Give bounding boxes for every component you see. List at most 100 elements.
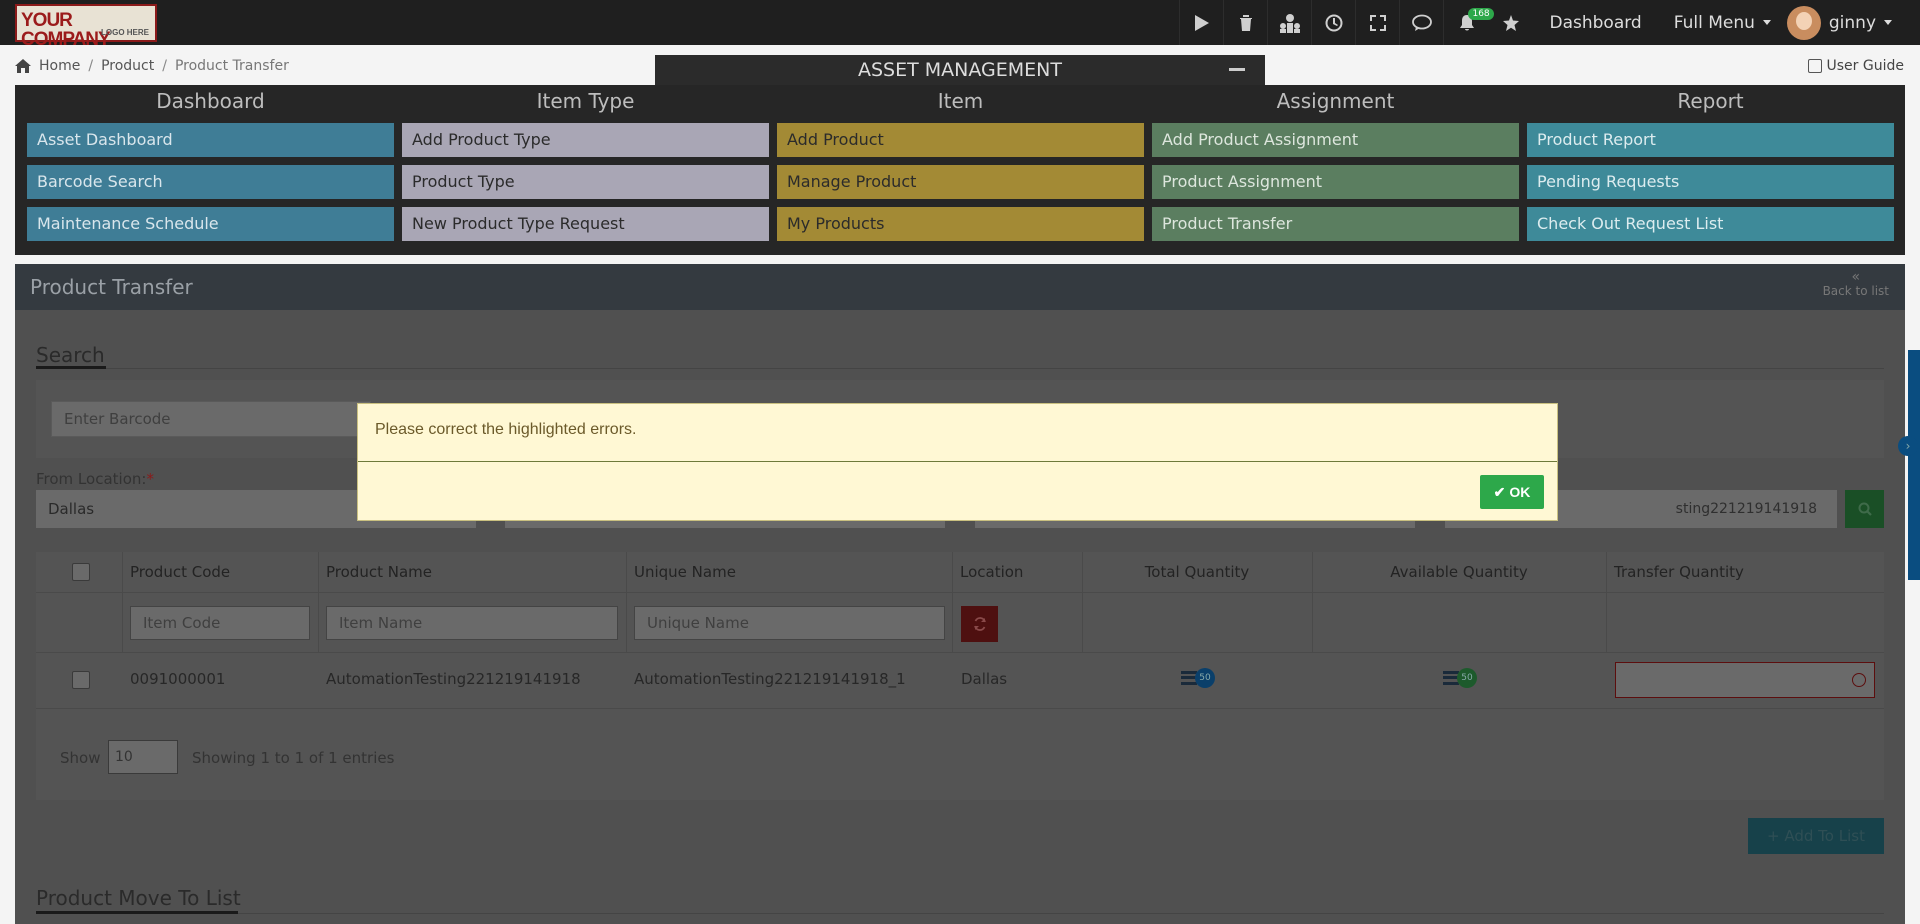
book-icon — [1807, 59, 1822, 73]
ok-button-label: OK — [1509, 484, 1531, 500]
menu-column-head: Assignment — [1276, 89, 1395, 113]
menu-item-product-transfer[interactable]: Product Transfer — [1152, 207, 1519, 241]
menu-item-add-product[interactable]: Add Product — [777, 123, 1144, 157]
search-button[interactable] — [1845, 490, 1884, 528]
trash-icon[interactable] — [1223, 0, 1267, 45]
section-divider — [36, 913, 1884, 914]
dialog-message: Please correct the highlighted errors. — [375, 421, 637, 438]
arrow-right-icon[interactable]: › — [1898, 436, 1918, 456]
company-logo[interactable]: YOUR COMPANY LOGO HERE — [15, 4, 157, 49]
full-menu-dropdown[interactable]: Full Menu — [1658, 0, 1787, 45]
section-underline — [36, 911, 238, 914]
menu-column-dashboard: Dashboard Asset Dashboard Barcode Search… — [27, 85, 394, 241]
add-to-list-button[interactable]: + Add To List — [1748, 818, 1884, 854]
users-sitemap-icon[interactable] — [1267, 0, 1311, 45]
side-panel-tab[interactable] — [1908, 350, 1920, 580]
history-icon[interactable] — [1311, 0, 1355, 45]
required-marker: * — [146, 470, 154, 488]
menu-column-head: Item Type — [536, 89, 635, 113]
row-checkbox[interactable] — [72, 671, 90, 689]
collapse-icon[interactable] — [1229, 68, 1245, 71]
user-guide-label: User Guide — [1826, 58, 1904, 74]
menu-item-add-product-assignment[interactable]: Add Product Assignment — [1152, 123, 1519, 157]
menu-item-check-out-request-list[interactable]: Check Out Request List — [1527, 207, 1894, 241]
menu-column-item: Item Add Product Manage Product My Produ… — [777, 85, 1144, 241]
plus-icon: + — [1767, 827, 1785, 845]
star-icon[interactable] — [1489, 0, 1533, 45]
menu-item-maintenance-schedule[interactable]: Maintenance Schedule — [27, 207, 394, 241]
ok-button[interactable]: ✔ OK — [1480, 475, 1544, 509]
available-quantity-badge: 50 — [1457, 668, 1477, 688]
menu-column-head: Item — [937, 89, 984, 113]
refresh-icon — [973, 617, 986, 631]
back-to-list-label: Back to list — [1822, 284, 1889, 298]
menu-item-my-products[interactable]: My Products — [777, 207, 1144, 241]
menu-column-item-type: Item Type Add Product Type Product Type … — [402, 85, 769, 241]
menu-item-asset-dashboard[interactable]: Asset Dashboard — [27, 123, 394, 157]
check-icon: ✔ — [1493, 484, 1506, 500]
total-quantity-list-icon[interactable]: 50 — [1181, 668, 1215, 688]
column-header-location[interactable]: Location — [952, 552, 1023, 592]
user-name: ginny — [1828, 12, 1876, 33]
chat-icon[interactable] — [1399, 0, 1443, 45]
dashboard-link[interactable]: Dashboard — [1533, 0, 1657, 45]
column-header-unique-name[interactable]: Unique Name — [626, 552, 736, 592]
asset-management-title: ASSET MANAGEMENT — [655, 55, 1265, 85]
caret-down-icon — [1884, 20, 1892, 25]
fullscreen-icon[interactable] — [1355, 0, 1399, 45]
search-icon — [1858, 502, 1872, 516]
play-icon[interactable] — [1179, 0, 1223, 45]
move-list-section-title: Product Move To List — [36, 886, 241, 910]
menu-column-assignment: Assignment Add Product Assignment Produc… — [1152, 85, 1519, 241]
column-header-product-code[interactable]: Product Code — [122, 552, 230, 592]
asset-management-title-text: ASSET MANAGEMENT — [858, 59, 1062, 81]
column-header-product-name[interactable]: Product Name — [318, 552, 432, 592]
table-divider — [36, 652, 1884, 653]
menu-item-product-report[interactable]: Product Report — [1527, 123, 1894, 157]
select-all-checkbox[interactable] — [72, 563, 90, 581]
reset-filter-button[interactable] — [961, 606, 998, 642]
column-header-transfer-quantity[interactable]: Transfer Quantity — [1606, 552, 1744, 592]
column-header-available-quantity[interactable]: Available Quantity — [1312, 552, 1606, 592]
total-quantity-badge: 50 — [1195, 668, 1215, 688]
transfer-quantity-input[interactable] — [1615, 662, 1875, 698]
item-code-filter-input[interactable]: Item Code — [130, 606, 310, 640]
breadcrumb-separator: / — [88, 58, 94, 74]
column-header-total-quantity[interactable]: Total Quantity — [1082, 552, 1312, 592]
menu-item-product-assignment[interactable]: Product Assignment — [1152, 165, 1519, 199]
unique-name-filter-input[interactable]: Unique Name — [634, 606, 945, 640]
notification-bell-icon[interactable]: 168 — [1443, 0, 1494, 45]
user-guide-link[interactable]: User Guide — [1807, 58, 1904, 74]
menu-item-add-product-type[interactable]: Add Product Type — [402, 123, 769, 157]
menu-item-product-type[interactable]: Product Type — [402, 165, 769, 199]
breadcrumb-home[interactable]: Home — [39, 58, 80, 74]
cell-unique-name: AutomationTesting221219141918_1 — [634, 670, 906, 688]
menu-item-manage-product[interactable]: Manage Product — [777, 165, 1144, 199]
page-header: Product Transfer « Back to list — [15, 264, 1905, 310]
back-to-list-link[interactable]: « Back to list — [1823, 270, 1889, 298]
menu-column-head: Report — [1677, 89, 1744, 113]
home-icon — [15, 59, 31, 73]
menu-item-barcode-search[interactable]: Barcode Search — [27, 165, 394, 199]
page-length-select[interactable]: 10 — [108, 740, 178, 774]
user-menu-dropdown[interactable]: ginny — [1786, 0, 1920, 45]
dialog-divider — [358, 461, 1557, 462]
section-underline — [36, 366, 106, 369]
breadcrumb: Home / Product / Product Transfer — [15, 58, 289, 74]
top-navbar: YOUR COMPANY LOGO HERE 168 Dashboard Ful… — [0, 0, 1920, 49]
avatar — [1786, 5, 1821, 40]
breadcrumb-current: Product Transfer — [174, 58, 289, 74]
from-location-label: From Location:* — [36, 470, 154, 488]
cell-product-code: 0091000001 — [130, 670, 226, 688]
from-location-label-text: From Location: — [36, 470, 147, 488]
barcode-input[interactable]: Enter Barcode — [51, 401, 371, 437]
table-divider — [36, 708, 1884, 709]
menu-item-pending-requests[interactable]: Pending Requests — [1527, 165, 1894, 199]
caret-down-icon — [1762, 20, 1771, 25]
menu-item-new-product-type-request[interactable]: New Product Type Request — [402, 207, 769, 241]
available-quantity-list-icon[interactable]: 50 — [1443, 668, 1477, 688]
menu-column-report: Report Product Report Pending Requests C… — [1527, 85, 1894, 241]
table-info: Showing 1 to 1 of 1 entries — [192, 749, 395, 767]
breadcrumb-product[interactable]: Product — [101, 58, 154, 74]
item-name-filter-input[interactable]: Item Name — [326, 606, 618, 640]
